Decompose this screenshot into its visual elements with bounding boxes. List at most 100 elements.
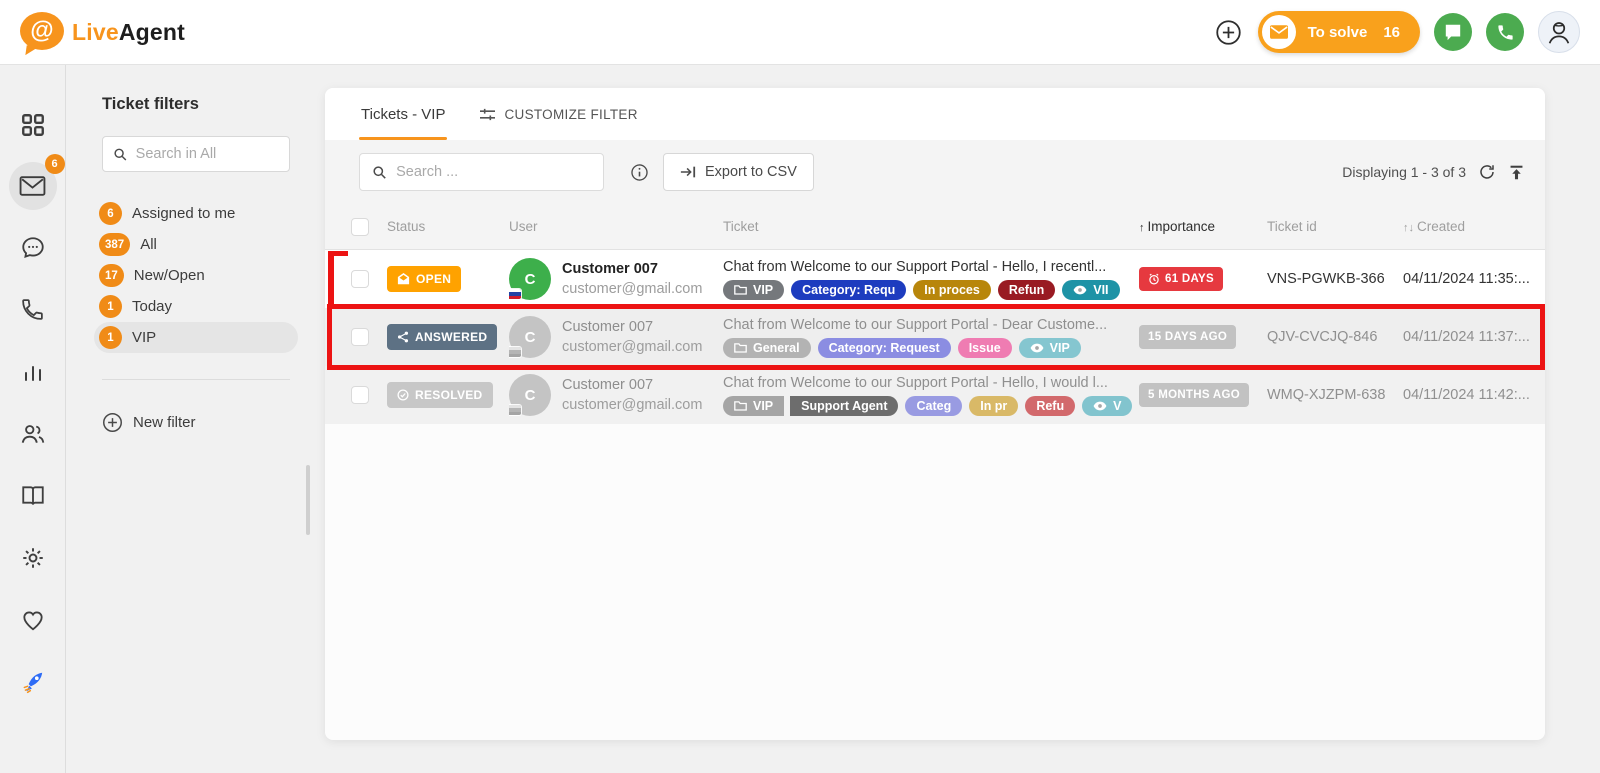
filter-label: VIP	[132, 329, 156, 346]
new-filter-button[interactable]: New filter	[102, 412, 290, 433]
ticket-id: WMQ-XJZPM-638	[1267, 387, 1403, 403]
sidebar-item-dashboard[interactable]	[13, 105, 52, 144]
table-search-input[interactable]	[396, 164, 591, 180]
ticket-tag[interactable]: VIP	[1019, 338, 1081, 358]
logo-bubble-icon: @	[20, 12, 64, 52]
reports-icon	[21, 360, 45, 384]
customer-name: Customer 007	[562, 317, 702, 338]
plus-circle-icon	[102, 412, 123, 433]
sort-both-icon: ↑↓	[1403, 222, 1414, 234]
user-avatar[interactable]	[1538, 11, 1580, 53]
importance-badge: 5 MONTHS AGO	[1139, 383, 1249, 407]
row-checkbox[interactable]	[351, 270, 369, 288]
filter-item-vip[interactable]: 1VIP	[94, 322, 298, 353]
ticket-subject[interactable]: Chat from Welcome to our Support Portal …	[723, 259, 1139, 275]
avatar: C	[509, 316, 551, 358]
select-all-checkbox[interactable]	[351, 218, 369, 236]
ticket-row[interactable]: RESOLVEDCCustomer 007customer@gmail.comC…	[325, 366, 1545, 424]
row-checkbox[interactable]	[351, 328, 369, 346]
customer-name: Customer 007	[562, 375, 702, 396]
filter-search-box[interactable]	[102, 136, 290, 172]
filter-count-badge: 1	[99, 295, 122, 318]
header-ticket-id[interactable]: Ticket id	[1267, 219, 1403, 234]
importance-badge: 15 DAYS AGO	[1139, 325, 1236, 349]
sidebar-item-customers[interactable]	[13, 414, 52, 453]
sidebar-item-tickets[interactable]: 6	[9, 162, 57, 210]
filter-item-new-open[interactable]: 17New/Open	[94, 260, 298, 291]
table-header: Status User Ticket ↑Importance Ticket id…	[325, 204, 1545, 250]
ticket-tag[interactable]: VIPSupport Agent	[723, 396, 898, 416]
phone-button[interactable]	[1486, 13, 1524, 51]
ticket-tag[interactable]: Categ	[905, 396, 962, 416]
favorites-icon	[20, 607, 46, 633]
tab-tickets-vip[interactable]: Tickets - VIP	[361, 88, 445, 140]
ticket-tag[interactable]: Refun	[998, 280, 1055, 300]
ticket-tag[interactable]: Category: Requ	[791, 280, 906, 300]
sidebar-item-knowledge-base[interactable]	[13, 476, 52, 515]
ticket-row[interactable]: OPENCCustomer 007customer@gmail.comChat …	[325, 250, 1545, 308]
panel-scrollbar[interactable]	[306, 465, 310, 535]
refresh-icon[interactable]	[1478, 163, 1496, 181]
info-icon[interactable]	[630, 163, 649, 182]
sidebar-rail: 6	[0, 65, 66, 773]
sidebar-item-favorites[interactable]	[13, 600, 52, 639]
sidebar-item-getting-started[interactable]	[13, 662, 52, 701]
header-created[interactable]: ↑↓Created	[1403, 219, 1545, 234]
filter-count-badge: 6	[99, 202, 122, 225]
ticket-tag[interactable]: General	[723, 338, 811, 358]
ticket-row[interactable]: ANSWEREDCCustomer 007customer@gmail.comC…	[325, 308, 1545, 366]
chat-button[interactable]	[1434, 13, 1472, 51]
table-body: OPENCCustomer 007customer@gmail.comChat …	[325, 250, 1545, 424]
ticket-tag[interactable]: In pr	[969, 396, 1018, 416]
tab-customize-filter[interactable]: CUSTOMIZE FILTER	[479, 88, 637, 140]
filter-search-input[interactable]	[136, 146, 279, 162]
filter-item-today[interactable]: 1Today	[94, 291, 298, 322]
table-search-box[interactable]	[359, 153, 604, 191]
header-status[interactable]: Status	[387, 219, 509, 234]
sidebar-item-chats[interactable]	[13, 228, 52, 267]
panel-title: Ticket filters	[102, 95, 290, 114]
importance-badge: 61 DAYS	[1139, 267, 1223, 291]
add-new-icon[interactable]	[1214, 17, 1244, 47]
to-solve-label: To solve	[1308, 24, 1368, 41]
ticket-tag[interactable]: VII	[1062, 280, 1119, 300]
sliders-icon	[479, 107, 496, 122]
header-user[interactable]: User	[509, 219, 723, 234]
sidebar-item-settings[interactable]	[13, 538, 52, 577]
sidebar-item-calls[interactable]	[13, 290, 52, 329]
scroll-top-icon[interactable]	[1508, 164, 1525, 181]
country-flag-icon	[509, 347, 521, 357]
tickets-badge: 6	[45, 154, 65, 174]
logo-text: LiveAgent	[72, 19, 185, 46]
header-importance[interactable]: ↑Importance	[1139, 219, 1267, 234]
status-badge: RESOLVED	[387, 382, 493, 408]
header-ticket[interactable]: Ticket	[723, 219, 1139, 234]
ticket-subject[interactable]: Chat from Welcome to our Support Portal …	[723, 375, 1139, 391]
filter-label: Assigned to me	[132, 205, 235, 222]
filter-item-assigned-to-me[interactable]: 6 Assigned to me	[94, 198, 298, 229]
dashboard-icon	[20, 112, 46, 138]
to-solve-button[interactable]: To solve 16	[1258, 11, 1420, 53]
ticket-tag[interactable]: Refu	[1025, 396, 1075, 416]
search-icon	[113, 146, 128, 163]
filter-item-all[interactable]: 387All	[94, 229, 298, 260]
ticket-tag[interactable]: VIP	[723, 280, 784, 300]
customer-email: customer@gmail.com	[562, 280, 702, 299]
row-checkbox[interactable]	[351, 386, 369, 404]
top-bar: @ LiveAgent To solve 16	[0, 0, 1600, 65]
created-date: 04/11/2024 11:37:...	[1403, 329, 1545, 345]
ticket-tag[interactable]: In proces	[913, 280, 991, 300]
rocket-icon	[20, 669, 46, 695]
table-toolbar: Export to CSV Displaying 1 - 3 of 3	[325, 140, 1545, 204]
ticket-tag[interactable]: V	[1082, 396, 1132, 416]
tab-bar: Tickets - VIP CUSTOMIZE FILTER	[325, 88, 1545, 140]
sidebar-item-reports[interactable]	[13, 352, 52, 391]
export-csv-button[interactable]: Export to CSV	[663, 153, 814, 191]
avatar: C	[509, 258, 551, 300]
country-flag-icon	[509, 289, 521, 299]
customer-email: customer@gmail.com	[562, 338, 702, 357]
displaying-count: Displaying 1 - 3 of 3	[1342, 164, 1466, 180]
ticket-subject[interactable]: Chat from Welcome to our Support Portal …	[723, 317, 1139, 333]
ticket-tag[interactable]: Issue	[958, 338, 1012, 358]
ticket-tag[interactable]: Category: Request	[818, 338, 951, 358]
